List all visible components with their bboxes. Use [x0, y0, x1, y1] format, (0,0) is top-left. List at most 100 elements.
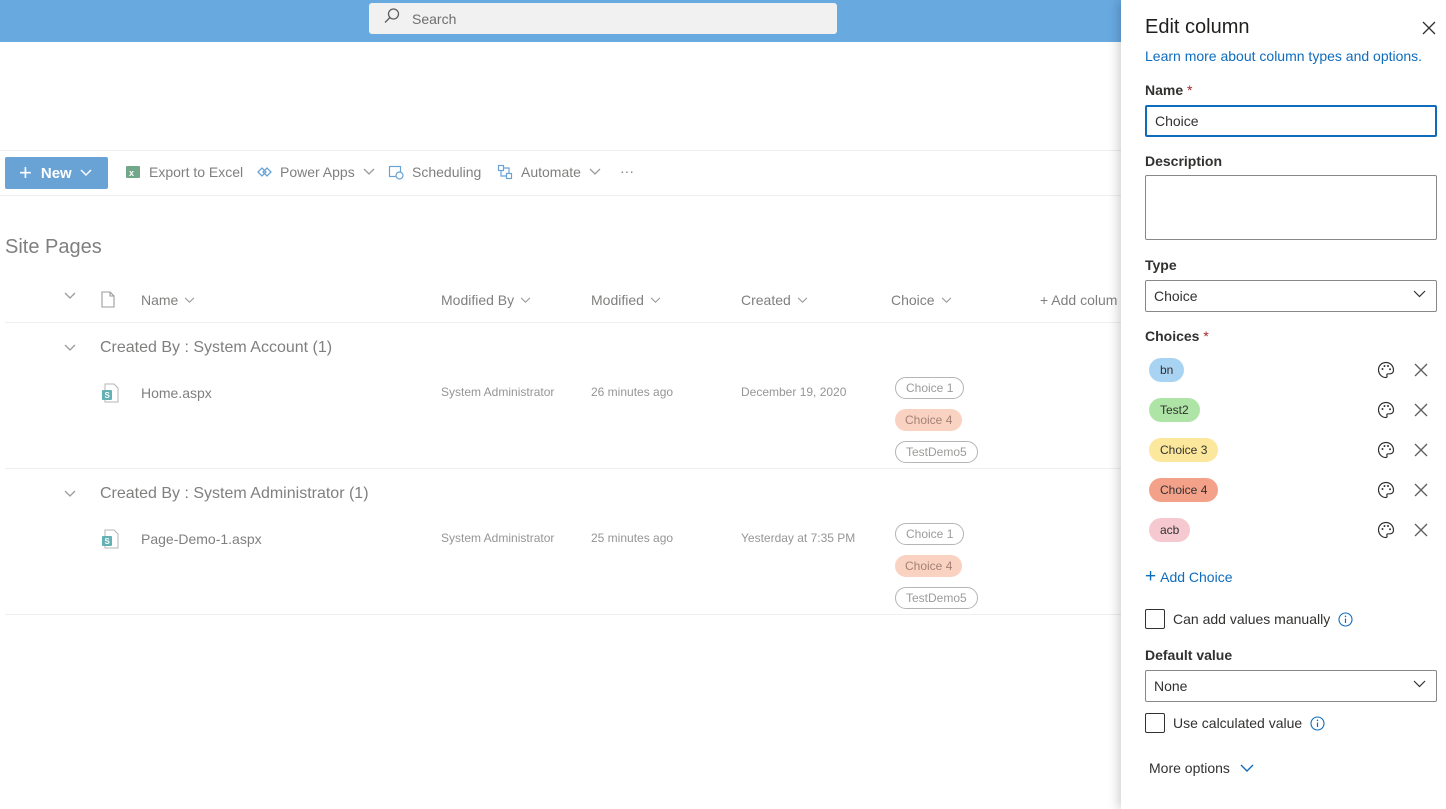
column-modified-by-label: Modified By: [441, 292, 515, 308]
more-options-button[interactable]: More options: [1149, 760, 1254, 776]
choice-chip[interactable]: acb: [1149, 518, 1191, 542]
remove-choice-icon[interactable]: [1414, 523, 1428, 537]
file-type-header[interactable]: [101, 291, 115, 308]
column-header-created[interactable]: Created: [741, 292, 808, 308]
required-mark: *: [1187, 82, 1193, 98]
power-apps-icon: [255, 163, 273, 181]
chevron-down-icon: [797, 296, 808, 303]
palette-icon[interactable]: [1377, 401, 1395, 419]
required-mark: *: [1203, 328, 1209, 344]
power-apps-button[interactable]: Power Apps: [255, 163, 375, 181]
column-header-modified[interactable]: Modified: [591, 292, 661, 308]
chevron-down-icon: [363, 168, 375, 175]
group-header-label: Created By : System Account (1): [100, 339, 333, 356]
automate-button[interactable]: Automate: [496, 163, 601, 181]
learn-more-link[interactable]: Learn more about column types and option…: [1145, 48, 1422, 64]
remove-choice-icon[interactable]: [1414, 483, 1428, 497]
manual-values-checkbox[interactable]: [1145, 609, 1165, 629]
column-created-label: Created: [741, 292, 791, 308]
more-options-label: More options: [1149, 760, 1230, 776]
choice-pill: TestDemo5: [895, 441, 978, 463]
column-choice-label: Choice: [891, 292, 935, 308]
info-icon[interactable]: [1310, 715, 1325, 731]
remove-choice-icon[interactable]: [1414, 403, 1428, 417]
scheduling-button[interactable]: Scheduling: [387, 163, 481, 181]
chevron-down-icon: [1413, 680, 1426, 688]
choice-chip[interactable]: bn: [1149, 358, 1185, 382]
default-value-label: Default value: [1145, 647, 1233, 663]
type-dropdown[interactable]: Choice: [1145, 280, 1437, 312]
column-header-name[interactable]: Name: [141, 292, 195, 308]
choice-row: Choice 4: [1149, 478, 1439, 502]
sharepoint-page-icon: S: [102, 529, 119, 549]
choice-pill: Choice 1: [895, 377, 965, 399]
add-choice-button[interactable]: + Add Choice: [1145, 567, 1233, 586]
group-header-label: Created By : System Administrator (1): [100, 485, 369, 502]
palette-icon[interactable]: [1377, 521, 1395, 539]
modified-cell: 25 minutes ago: [591, 531, 674, 545]
choice-chip[interactable]: Test2: [1149, 398, 1200, 422]
add-column-button[interactable]: + Add colum: [1040, 292, 1117, 308]
palette-icon[interactable]: [1377, 441, 1395, 459]
group-header[interactable]: Created By : System Administrator (1): [64, 485, 369, 503]
type-dropdown-value: Choice: [1154, 288, 1198, 304]
choice-pill: TestDemo5: [895, 587, 978, 609]
calculated-value-checkbox[interactable]: [1145, 713, 1165, 733]
close-icon[interactable]: [1421, 20, 1437, 36]
automate-icon: [496, 163, 514, 181]
remove-choice-icon[interactable]: [1414, 443, 1428, 457]
main-content: + New x Export to Excel Power Apps Sched…: [0, 42, 1121, 809]
group-header[interactable]: Created By : System Account (1): [64, 339, 332, 357]
choice-row: bn: [1149, 358, 1439, 382]
calendar-clock-icon: [387, 163, 405, 181]
chevron-down-icon: [589, 168, 601, 175]
new-button[interactable]: + New: [5, 157, 108, 189]
chevron-down-icon: [64, 292, 76, 299]
calculated-value-row: Use calculated value: [1145, 713, 1325, 733]
manual-values-label: Can add values manually: [1173, 611, 1331, 627]
modified-by-cell[interactable]: System Administrator: [441, 531, 554, 545]
automate-label: Automate: [521, 164, 581, 180]
choices-label-text: Choices: [1145, 328, 1200, 344]
palette-icon[interactable]: [1377, 361, 1395, 379]
column-header-modified-by[interactable]: Modified By: [441, 292, 531, 308]
type-label: Type: [1145, 257, 1177, 273]
row-divider: [5, 614, 1121, 615]
calculated-value-label: Use calculated value: [1173, 715, 1303, 731]
select-all-toggle[interactable]: [64, 292, 76, 300]
add-column-label: + Add colum: [1040, 292, 1118, 308]
file-name-link[interactable]: Page-Demo-1.aspx: [141, 531, 262, 547]
name-input-value: Choice: [1155, 113, 1199, 129]
palette-icon[interactable]: [1377, 481, 1395, 499]
chevron-down-icon: [1240, 764, 1254, 772]
info-icon[interactable]: [1338, 611, 1353, 627]
choice-row: Test2: [1149, 398, 1439, 422]
file-name-link[interactable]: Home.aspx: [141, 385, 212, 401]
created-cell: Yesterday at 7:35 PM: [741, 531, 856, 545]
description-textarea[interactable]: [1145, 175, 1437, 240]
suite-header: Search: [0, 0, 1121, 42]
choice-pill: Choice 4: [895, 555, 963, 577]
remove-choice-icon[interactable]: [1414, 363, 1428, 377]
header-divider: [5, 322, 1121, 323]
chevron-down-icon: [80, 169, 92, 177]
scheduling-label: Scheduling: [412, 164, 482, 180]
more-actions-button[interactable]: ···: [620, 163, 634, 179]
svg-text:S: S: [105, 391, 111, 400]
column-header-choice[interactable]: Choice: [891, 292, 952, 308]
chevron-down-icon: [520, 296, 531, 303]
choice-pill: Choice 4: [895, 409, 963, 431]
modified-by-cell[interactable]: System Administrator: [441, 385, 554, 399]
excel-icon: x: [124, 163, 142, 181]
name-label: Name *: [1145, 82, 1192, 98]
default-value-text: None: [1154, 678, 1188, 694]
choice-chip[interactable]: Choice 4: [1149, 478, 1219, 502]
default-value-dropdown[interactable]: None: [1145, 670, 1437, 702]
choice-pill: Choice 1: [895, 523, 965, 545]
export-label: Export to Excel: [149, 164, 244, 180]
export-excel-button[interactable]: x Export to Excel: [124, 163, 243, 181]
row-divider: [5, 468, 1121, 469]
choice-chip[interactable]: Choice 3: [1149, 438, 1219, 462]
name-input[interactable]: Choice: [1145, 105, 1437, 137]
search-box[interactable]: Search: [369, 3, 837, 34]
